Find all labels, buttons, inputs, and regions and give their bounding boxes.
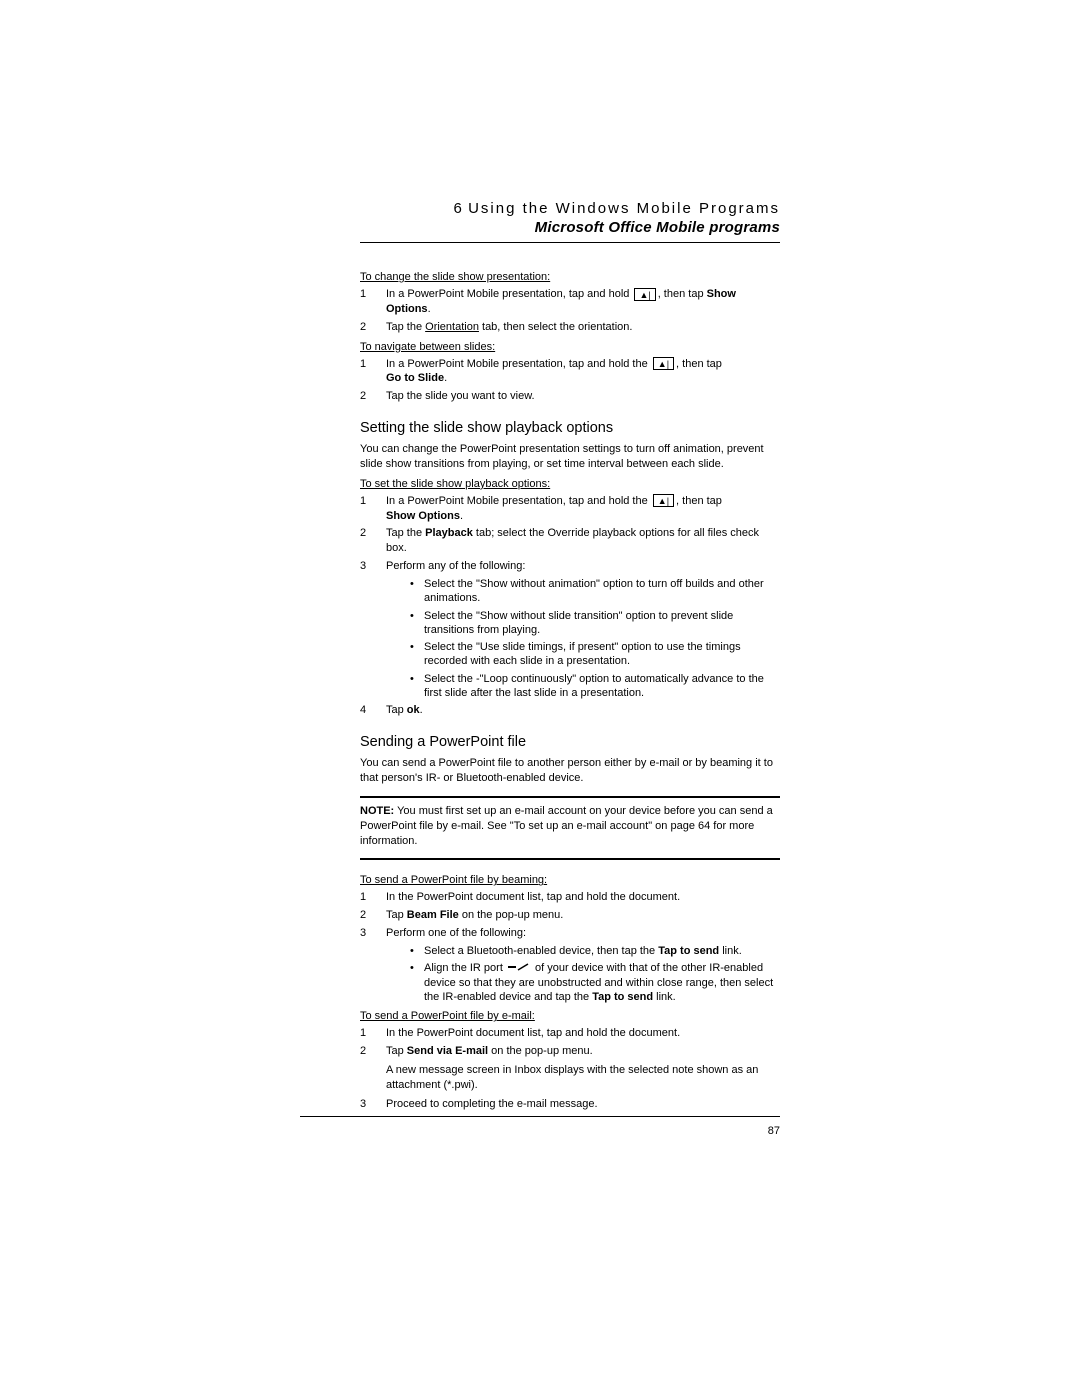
- step-item: In the PowerPoint document list, tap and…: [360, 890, 780, 905]
- bullet-item: Select the -"Loop continuously" option t…: [386, 672, 780, 701]
- bold-text: Beam File: [407, 909, 459, 921]
- note-divider-top: [360, 796, 780, 798]
- text: , then tap: [658, 288, 707, 300]
- text: .: [420, 704, 423, 716]
- bold-text: Go to Slide: [386, 372, 444, 384]
- bullet-list: Select a Bluetooth-enabled device, then …: [386, 944, 780, 1004]
- text: In a PowerPoint Mobile presentation, tap…: [386, 288, 632, 300]
- header-rule: [360, 242, 780, 243]
- footer-rule: [300, 1116, 780, 1117]
- text: on the pop-up menu.: [488, 1045, 593, 1057]
- text: link.: [653, 991, 676, 1003]
- bold-text: Playback: [425, 527, 473, 539]
- chapter-number: 6: [454, 200, 462, 217]
- step-item: In a PowerPoint Mobile presentation, tap…: [360, 357, 780, 387]
- page-number: 87: [768, 1125, 780, 1137]
- step-item: Tap Send via E-mail on the pop-up menu. …: [360, 1044, 780, 1093]
- paragraph: You can change the PowerPoint presentati…: [360, 442, 780, 472]
- steps-list: In the PowerPoint document list, tap and…: [360, 1026, 780, 1111]
- note-block: NOTE: You must first set up an e-mail ac…: [360, 804, 780, 849]
- text: Perform one of the following:: [386, 927, 526, 939]
- bold-text: ok: [407, 704, 420, 716]
- step-item: Tap the Playback tab; select the Overrid…: [360, 526, 780, 556]
- text: Tap: [386, 909, 407, 921]
- menu-up-icon: ▲|: [634, 288, 655, 301]
- text: Tap the: [386, 527, 425, 539]
- bullet-item: Select the "Use slide timings, if presen…: [386, 640, 780, 669]
- step-item: Perform one of the following: Select a B…: [360, 926, 780, 1004]
- step-item: Tap Beam File on the pop-up menu.: [360, 908, 780, 923]
- step-item: In a PowerPoint Mobile presentation, tap…: [360, 287, 780, 317]
- text: link.: [719, 945, 742, 957]
- heading: Setting the slide show playback options: [360, 420, 780, 436]
- step-item: In the PowerPoint document list, tap and…: [360, 1026, 780, 1041]
- step-item: Tap the Orientation tab, then select the…: [360, 320, 780, 335]
- step-item: Tap ok.: [360, 703, 780, 718]
- heading: Sending a PowerPoint file: [360, 734, 780, 750]
- text: , then tap: [676, 358, 722, 370]
- chapter-title: 6 Using the Windows Mobile Programs: [360, 200, 780, 217]
- bullet-list: Select the "Show without animation" opti…: [386, 577, 780, 700]
- text: Select a Bluetooth-enabled device, then …: [424, 945, 658, 957]
- note-label: NOTE:: [360, 805, 394, 817]
- bold-text: Tap to send: [658, 945, 719, 957]
- steps-list: In a PowerPoint Mobile presentation, tap…: [360, 494, 780, 718]
- text: In a PowerPoint Mobile presentation, tap…: [386, 358, 651, 370]
- text: on the pop-up menu.: [459, 909, 564, 921]
- header-subtitle: Microsoft Office Mobile programs: [360, 219, 780, 236]
- step-item: Tap the slide you want to view.: [360, 389, 780, 404]
- menu-up-icon: ▲|: [653, 494, 674, 507]
- section-title: To change the slide show presentation:: [360, 271, 780, 283]
- text: Tap the: [386, 321, 425, 333]
- steps-list: In the PowerPoint document list, tap and…: [360, 890, 780, 1004]
- text: .: [428, 303, 431, 315]
- note-text: You must first set up an e-mail account …: [360, 805, 773, 847]
- text: .: [460, 510, 463, 522]
- text: .: [444, 372, 447, 384]
- underline-text: Orientation: [425, 321, 479, 333]
- section-title: To set the slide show playback options:: [360, 478, 780, 490]
- text: tab, then select the orientation.: [479, 321, 633, 333]
- menu-up-icon: ▲|: [653, 357, 674, 370]
- step-item: In a PowerPoint Mobile presentation, tap…: [360, 494, 780, 524]
- section-title: To navigate between slides:: [360, 341, 780, 353]
- section-title: To send a PowerPoint file by e-mail:: [360, 1010, 780, 1022]
- bullet-item: Align the IR port of your device with th…: [386, 961, 780, 1004]
- text: In a PowerPoint Mobile presentation, tap…: [386, 495, 651, 507]
- document-page: 6 Using the Windows Mobile Programs Micr…: [0, 0, 1080, 1397]
- note-divider-bottom: [360, 858, 780, 860]
- step-item: Proceed to completing the e-mail message…: [360, 1097, 780, 1112]
- step-extra: A new message screen in Inbox displays w…: [386, 1063, 780, 1093]
- bullet-item: Select the "Show without animation" opti…: [386, 577, 780, 606]
- bullet-item: Select the "Show without slide transitio…: [386, 609, 780, 638]
- bold-text: Send via E-mail: [407, 1045, 488, 1057]
- section-title: To send a PowerPoint file by beaming:: [360, 874, 780, 886]
- chapter-text: Using the Windows Mobile Programs: [468, 200, 780, 217]
- paragraph: You can send a PowerPoint file to anothe…: [360, 756, 780, 786]
- text: Align the IR port: [424, 962, 506, 974]
- text: , then tap: [676, 495, 722, 507]
- text: Perform any of the following:: [386, 560, 525, 572]
- step-item: Perform any of the following: Select the…: [360, 559, 780, 700]
- page-header: 6 Using the Windows Mobile Programs Micr…: [360, 200, 780, 236]
- bold-text: Tap to send: [592, 991, 653, 1003]
- steps-list: In a PowerPoint Mobile presentation, tap…: [360, 357, 780, 405]
- steps-list: In a PowerPoint Mobile presentation, tap…: [360, 287, 780, 335]
- text: Tap: [386, 704, 407, 716]
- bullet-item: Select a Bluetooth-enabled device, then …: [386, 944, 780, 958]
- bold-text: Show Options: [386, 510, 460, 522]
- ir-port-icon: [508, 961, 530, 975]
- text: Tap: [386, 1045, 407, 1057]
